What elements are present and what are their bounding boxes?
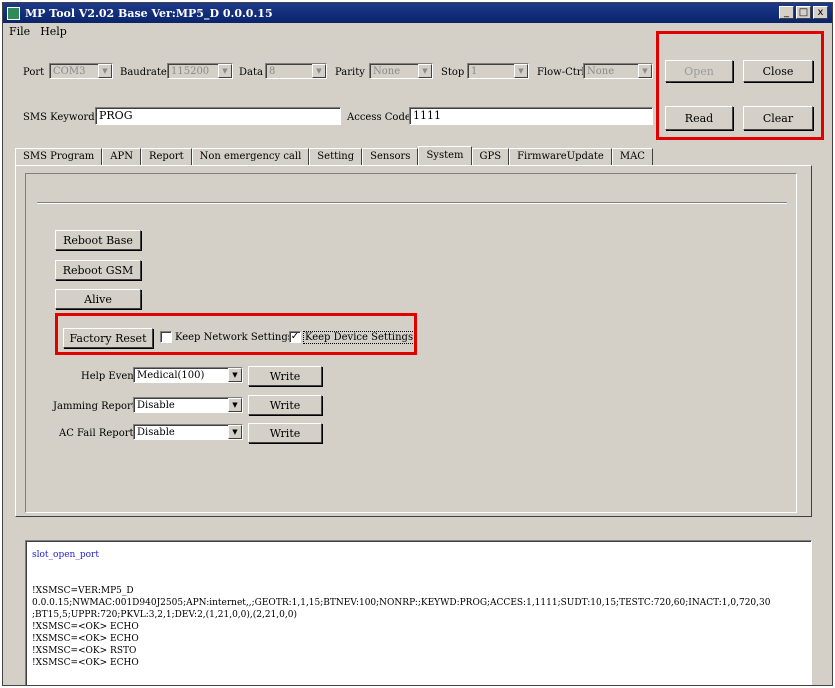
tab-non-emergency-call[interactable]: Non emergency call xyxy=(191,148,310,166)
chevron-down-icon: ▼ xyxy=(418,64,432,78)
chevron-down-icon: ▼ xyxy=(228,425,242,439)
window-title: MP Tool V2.02 Base Ver:MP5_D 0.0.0.15 xyxy=(25,6,273,20)
flow-ctrl-select[interactable]: None ▼ xyxy=(583,63,653,79)
stop-label: Stop xyxy=(441,67,465,78)
log-line: !XSMSC=<OK> ECHO xyxy=(32,658,139,668)
data-label: Data xyxy=(239,67,263,78)
log-line: ;BT15,5;UPPR:720;PKVL:3,2,1;DEV:2,(1,21,… xyxy=(32,610,297,620)
log-line: !XSMSC=<OK> ECHO xyxy=(32,634,139,644)
tab-mac[interactable]: MAC xyxy=(611,148,653,166)
chevron-down-icon: ▼ xyxy=(228,368,242,382)
reboot-gsm-button[interactable]: Reboot GSM xyxy=(55,260,141,280)
access-code-label: Access Code xyxy=(347,112,411,123)
title-bar[interactable]: MP Tool V2.02 Base Ver:MP5_D 0.0.0.15 _ … xyxy=(3,3,832,23)
ac-fail-report-label: AC Fail Report xyxy=(59,428,134,439)
chevron-down-icon: ▼ xyxy=(218,64,232,78)
chevron-down-icon: ▼ xyxy=(638,64,652,78)
tab-apn[interactable]: APN xyxy=(102,148,141,166)
log-line: 0.0.0.15;NWMAC:001D940J2505;APN:internet… xyxy=(32,598,771,608)
port-select[interactable]: COM3 ▼ xyxy=(49,63,113,79)
data-select[interactable]: 8 ▼ xyxy=(265,63,327,79)
menu-file[interactable]: File xyxy=(9,25,30,38)
ac-fail-report-value: Disable xyxy=(137,426,175,438)
app-window: MP Tool V2.02 Base Ver:MP5_D 0.0.0.15 _ … xyxy=(2,2,833,686)
port-value: COM3 xyxy=(53,65,86,77)
highlight-box-factory-reset xyxy=(55,313,417,355)
jamming-report-select[interactable]: Disable ▼ xyxy=(133,397,243,413)
port-label: Port xyxy=(23,67,45,78)
help-event-select[interactable]: Medical(100) ▼ xyxy=(133,367,243,383)
tab-setting[interactable]: Setting xyxy=(309,148,363,166)
chevron-down-icon: ▼ xyxy=(312,64,326,78)
tab-sensors[interactable]: Sensors xyxy=(362,148,419,166)
jamming-report-value: Disable xyxy=(137,399,175,411)
reboot-base-button[interactable]: Reboot Base xyxy=(55,230,141,250)
flow-ctrl-value: None xyxy=(587,65,615,77)
highlight-box-connection xyxy=(656,31,824,140)
help-event-value: Medical(100) xyxy=(137,369,205,381)
separator-line xyxy=(37,202,787,204)
app-icon xyxy=(7,6,20,20)
jamming-report-write-button[interactable]: Write xyxy=(248,395,322,415)
log-line: !XSMSC=VER:MP5_D xyxy=(32,586,134,596)
alive-button[interactable]: Alive xyxy=(55,289,141,309)
tab-gps[interactable]: GPS xyxy=(471,148,510,166)
maximize-button[interactable]: □ xyxy=(796,6,811,19)
tab-sms-program[interactable]: SMS Program xyxy=(15,148,103,166)
tab-system[interactable]: System xyxy=(418,146,472,166)
parity-label: Parity xyxy=(335,67,365,78)
close-window-button[interactable]: x xyxy=(813,6,828,19)
stop-select[interactable]: 1 ▼ xyxy=(467,63,529,79)
jamming-report-label: Jamming Report xyxy=(53,401,136,412)
tab-firmware-update[interactable]: FirmwareUpdate xyxy=(509,148,612,166)
log-output[interactable]: slot_open_port !XSMSC=VER:MP5_D 0.0.0.15… xyxy=(25,540,812,685)
baudrate-label: Baudrate xyxy=(120,67,167,78)
tab-report[interactable]: Report xyxy=(140,148,192,166)
data-value: 8 xyxy=(269,65,276,77)
stop-value: 1 xyxy=(471,65,478,77)
ac-fail-report-select[interactable]: Disable ▼ xyxy=(133,424,243,440)
help-event-label: Help Event xyxy=(81,371,138,382)
flow-ctrl-label: Flow-Ctrl xyxy=(537,67,585,78)
parity-select[interactable]: None ▼ xyxy=(369,63,433,79)
help-event-write-button[interactable]: Write xyxy=(248,366,322,386)
log-line: !XSMSC=<OK> RSTO xyxy=(32,646,137,656)
log-line: !XSMSC=<OK> ECHO xyxy=(32,622,139,632)
baudrate-value: 115200 xyxy=(171,65,210,77)
sms-keyword-label: SMS Keyword xyxy=(23,112,95,123)
chevron-down-icon: ▼ xyxy=(98,64,112,78)
sms-keyword-input[interactable]: PROG xyxy=(95,107,341,125)
baudrate-select[interactable]: 115200 ▼ xyxy=(167,63,233,79)
ac-fail-report-write-button[interactable]: Write xyxy=(248,423,322,443)
chevron-down-icon: ▼ xyxy=(228,398,242,412)
menu-help[interactable]: Help xyxy=(40,25,67,38)
minimize-button[interactable]: _ xyxy=(779,6,794,19)
tab-strip: SMS Program APN Report Non emergency cal… xyxy=(15,146,653,166)
chevron-down-icon: ▼ xyxy=(514,64,528,78)
log-line: slot_open_port xyxy=(32,550,99,560)
access-code-input[interactable]: 1111 xyxy=(409,107,653,125)
parity-value: None xyxy=(373,65,401,77)
